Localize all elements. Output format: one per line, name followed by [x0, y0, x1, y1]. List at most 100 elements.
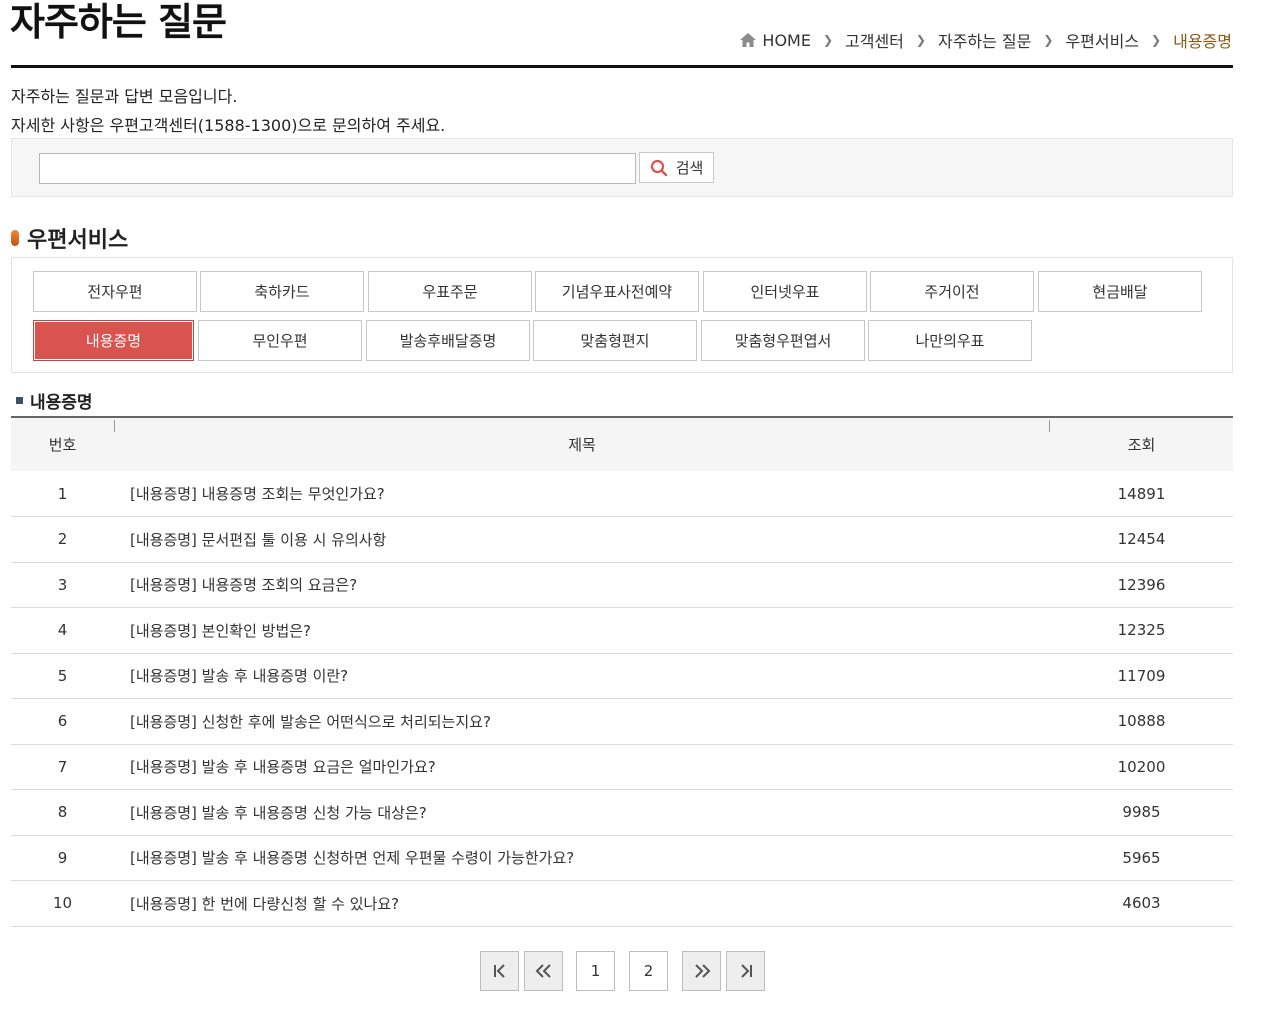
row-title-link[interactable]: [내용증명] 신청한 후에 발송은 어떤식으로 처리되는지요?	[114, 698, 1050, 745]
category-button[interactable]: 기념우표사전예약	[535, 271, 699, 312]
table-row[interactable]: 6 [내용증명] 신청한 후에 발송은 어떤식으로 처리되는지요? 10888	[11, 698, 1233, 745]
category-button[interactable]: 발송후배달증명	[366, 320, 530, 361]
row-no: 10	[11, 880, 114, 927]
header-no: 번호	[48, 436, 77, 454]
row-views: 14891	[1050, 471, 1233, 517]
pagination: 1 2	[480, 951, 765, 991]
intro-line-2: 자세한 사항은 우편고객센터(1588-1300)으로 문의하여 주세요.	[11, 116, 446, 135]
category-button[interactable]: 인터넷우표	[703, 271, 867, 312]
search-icon	[650, 159, 667, 176]
prev-page-button[interactable]	[524, 951, 563, 991]
list-title-label: 내용증명	[30, 393, 93, 413]
category-button[interactable]: 무인우편	[198, 320, 362, 361]
home-icon	[740, 33, 757, 47]
row-views: 5965	[1050, 835, 1233, 881]
table-row[interactable]: 9 [내용증명] 발송 후 내용증명 신청하면 언제 우편물 수령이 가능한가요?…	[11, 835, 1233, 881]
breadcrumb-faq[interactable]: 자주하는 질문	[938, 28, 1031, 52]
search-panel: 검색	[11, 138, 1233, 197]
table-row[interactable]: 5 [내용증명] 발송 후 내용증명 이란? 11709	[11, 653, 1233, 699]
breadcrumb-current: 내용증명	[1173, 32, 1232, 51]
section-marker-icon	[11, 230, 19, 246]
first-page-icon	[493, 964, 505, 978]
faq-table-wrap: 번호 제목 조회 1 [내용증명] 내용증명 조회는 무엇인가요? 14891 2[…	[11, 416, 1233, 927]
chevron-right-icon: ❯	[1043, 33, 1054, 47]
row-no: 4	[11, 607, 114, 654]
category-button[interactable]: 우표주문	[368, 271, 532, 312]
first-page-button[interactable]	[480, 951, 519, 991]
row-views: 10200	[1050, 744, 1233, 790]
chevron-right-icon: ❯	[915, 33, 926, 47]
header-title-label: 제목	[568, 436, 596, 454]
table-row[interactable]: 10 [내용증명] 한 번에 다량신청 할 수 있나요? 4603	[11, 880, 1233, 927]
row-views: 9985	[1050, 789, 1233, 836]
table-row[interactable]: 1 [내용증명] 내용증명 조회는 무엇인가요? 14891	[11, 471, 1233, 517]
row-title-link[interactable]: [내용증명] 발송 후 내용증명 신청하면 언제 우편물 수령이 가능한가요?	[114, 835, 1050, 881]
header-title: 제목	[114, 417, 1050, 471]
row-no: 1	[11, 471, 114, 517]
category-button[interactable]: 맞춤형우편엽서	[701, 320, 865, 361]
header-divider	[1049, 420, 1050, 432]
search-input[interactable]	[39, 153, 636, 184]
page-title: 자주하는 질문	[10, 0, 227, 44]
row-no: 5	[11, 653, 114, 699]
last-page-icon	[740, 964, 752, 978]
category-button[interactable]: 맞춤형편지	[533, 320, 697, 361]
row-no: 7	[11, 744, 114, 790]
header-views: 조회	[1127, 436, 1156, 454]
row-views: 12396	[1050, 562, 1233, 608]
breadcrumb-home[interactable]: HOME	[739, 31, 811, 50]
row-title-link[interactable]: [내용증명] 문서편집 툴 이용 시 유의사항	[114, 516, 1050, 563]
chevron-right-icon: ❯	[1151, 33, 1162, 47]
page-number-button[interactable]: 1	[576, 951, 615, 991]
search-button[interactable]: 검색	[639, 152, 714, 183]
breadcrumb: HOME ❯ 고객센터 ❯ 자주하는 질문 ❯ 우편서비스 ❯ 내용증명	[739, 28, 1232, 52]
category-button[interactable]: 축하카드	[200, 271, 364, 312]
row-no: 2	[11, 516, 114, 563]
chevron-right-icon: ❯	[822, 33, 834, 47]
header-divider	[114, 420, 115, 432]
double-chevron-left-icon	[535, 964, 551, 978]
table-row[interactable]: 4 [내용증명] 본인확인 방법은? 12325	[11, 607, 1233, 654]
row-no: 6	[11, 698, 114, 745]
section-title: 우편서비스	[11, 222, 128, 254]
category-panel: 전자우편 축하카드 우표주문 기념우표사전예약 인터넷우표 주거이전 현금배달 …	[11, 257, 1233, 373]
row-title-link[interactable]: [내용증명] 발송 후 내용증명 이란?	[114, 653, 1050, 699]
next-page-button[interactable]	[682, 951, 721, 991]
category-button[interactable]: 전자우편	[33, 271, 197, 312]
row-title-link[interactable]: [내용증명] 한 번에 다량신청 할 수 있나요?	[114, 880, 1050, 927]
row-no: 3	[11, 562, 114, 608]
table-row[interactable]: 2 [내용증명] 문서편집 툴 이용 시 유의사항 12454	[11, 516, 1233, 563]
double-chevron-right-icon	[694, 964, 710, 978]
category-button[interactable]: 현금배달	[1038, 271, 1202, 312]
intro-line-1: 자주하는 질문과 답변 모음입니다.	[11, 87, 238, 106]
section-title-label: 우편서비스	[27, 228, 129, 253]
table-row[interactable]: 8 [내용증명] 발송 후 내용증명 신청 가능 대상은? 9985	[11, 789, 1233, 836]
title-divider	[11, 65, 1233, 68]
table-header-row: 번호 제목 조회	[11, 417, 1233, 471]
breadcrumb-postal-service[interactable]: 우편서비스	[1065, 28, 1139, 52]
search-button-label: 검색	[675, 160, 704, 177]
breadcrumb-home-label: HOME	[762, 30, 811, 50]
table-row[interactable]: 7 [내용증명] 발송 후 내용증명 요금은 얼마인가요? 10200	[11, 744, 1233, 790]
row-no: 9	[11, 835, 114, 881]
row-no: 8	[11, 789, 114, 836]
category-button[interactable]: 나만의우표	[868, 320, 1032, 361]
table-row[interactable]: 3 [내용증명] 내용증명 조회의 요금은? 12396	[11, 562, 1233, 608]
row-title-link[interactable]: [내용증명] 발송 후 내용증명 요금은 얼마인가요?	[114, 744, 1050, 790]
page-number-button[interactable]: 2	[629, 951, 668, 991]
row-title-link[interactable]: [내용증명] 내용증명 조회는 무엇인가요?	[114, 471, 1050, 517]
row-title-link[interactable]: [내용증명] 내용증명 조회의 요금은?	[114, 562, 1050, 608]
faq-table: 번호 제목 조회 1 [내용증명] 내용증명 조회는 무엇인가요? 14891 2[…	[11, 416, 1233, 927]
row-views: 12454	[1050, 516, 1233, 563]
category-button[interactable]: 주거이전	[870, 271, 1034, 312]
row-views: 4603	[1050, 880, 1233, 927]
row-views: 11709	[1050, 653, 1233, 699]
row-title-link[interactable]: [내용증명] 발송 후 내용증명 신청 가능 대상은?	[114, 789, 1050, 836]
intro-text: 자주하는 질문과 답변 모음입니다. 자세한 사항은 우편고객센터(1588-1…	[11, 82, 445, 140]
list-marker-icon	[16, 397, 23, 404]
row-views: 12325	[1050, 607, 1233, 654]
row-title-link[interactable]: [내용증명] 본인확인 방법은?	[114, 607, 1050, 654]
breadcrumb-customer-center[interactable]: 고객센터	[845, 28, 904, 52]
last-page-button[interactable]	[726, 951, 765, 991]
category-button-active[interactable]: 내용증명	[33, 320, 194, 361]
